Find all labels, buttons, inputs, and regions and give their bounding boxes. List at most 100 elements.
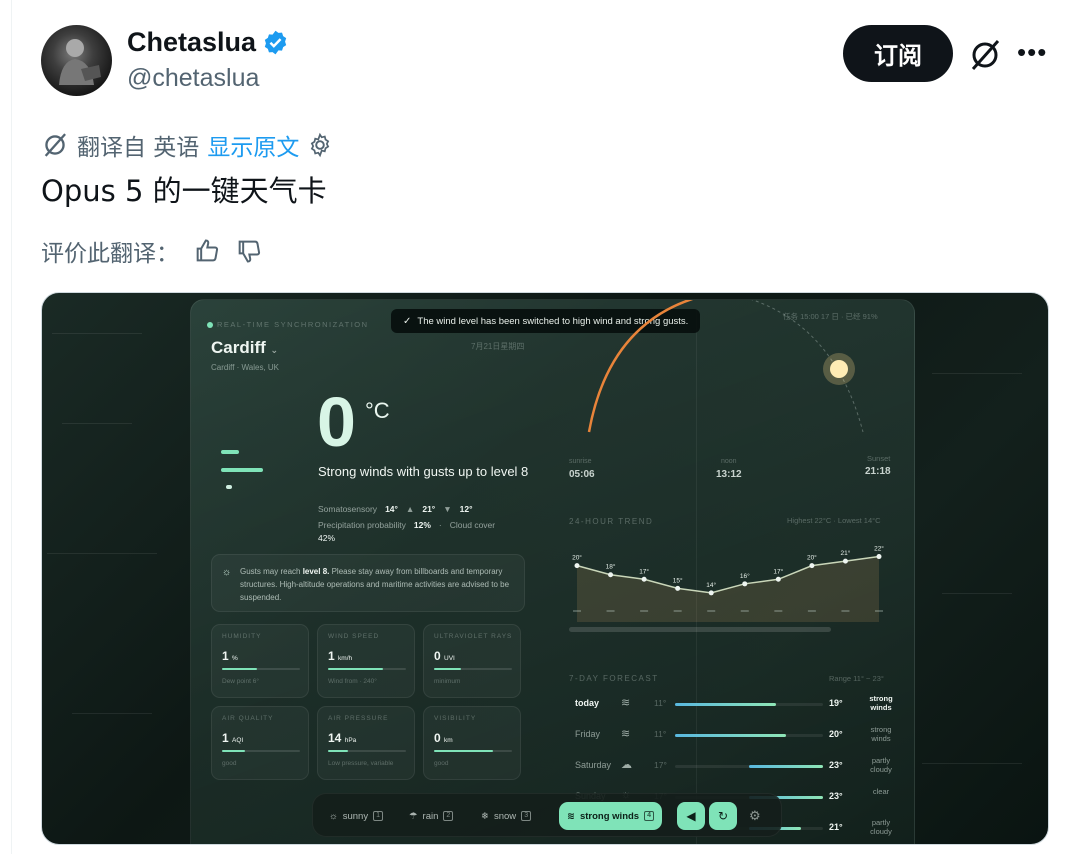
metric-sub: good bbox=[222, 760, 237, 767]
forecast-high: 20° bbox=[829, 729, 843, 739]
forecast-low: 11° bbox=[654, 729, 667, 739]
metric-card[interactable]: AIR QUALITY 1 AQI good bbox=[211, 706, 309, 780]
thumbs-down-icon[interactable] bbox=[235, 237, 263, 265]
rate-label: 评价此翻译： bbox=[41, 241, 179, 267]
trend-label: 15° bbox=[673, 576, 683, 584]
trend-point bbox=[876, 554, 882, 560]
trend-point bbox=[675, 585, 681, 591]
metric-bar bbox=[222, 668, 300, 670]
wind-icon-line bbox=[226, 485, 232, 489]
metric-card[interactable]: ULTRAVIOLET RAYS 0 UVI minimum bbox=[423, 624, 521, 698]
mode-shortcut: 4 bbox=[644, 811, 655, 821]
forecast-high: 23° bbox=[829, 760, 843, 770]
show-original-link[interactable]: 显示原文 bbox=[207, 128, 299, 162]
trend-tick bbox=[807, 610, 816, 612]
forecast-desc: strong winds bbox=[869, 694, 893, 712]
trend-point bbox=[574, 563, 580, 569]
trend-label: 21° bbox=[841, 549, 851, 557]
mode-icon: ☂ bbox=[409, 810, 418, 822]
forecast-desc: partly cloudy bbox=[870, 818, 892, 836]
trend-tick bbox=[606, 610, 615, 612]
more-options-icon[interactable]: ••• bbox=[1017, 39, 1049, 68]
wind-icon: ≋ bbox=[621, 697, 631, 709]
mode-chip-sunny[interactable]: ☼ sunny 1 bbox=[321, 802, 391, 830]
user-handle[interactable]: @chetaslua bbox=[127, 64, 259, 93]
forecast-range-bar bbox=[675, 734, 823, 737]
trend-point bbox=[842, 558, 848, 564]
sound-toggle-icon[interactable]: ◀ bbox=[677, 802, 705, 830]
metric-sub: Dew point 6° bbox=[222, 678, 259, 685]
forecast-high: 19° bbox=[829, 698, 843, 708]
sun-icon: ☼ bbox=[222, 567, 232, 578]
translated-from-label: 翻译自 英语 bbox=[77, 135, 200, 161]
trend-chart: 20° 18° 17° 15° 14° 16° 17° 20° 21° 22° bbox=[572, 545, 884, 622]
metric-value: 0 km bbox=[434, 731, 453, 745]
avatar[interactable] bbox=[41, 25, 112, 96]
timeline-border bbox=[0, 0, 12, 854]
metric-card[interactable]: AIR PRESSURE 14 hPa Low pressure, variab… bbox=[317, 706, 415, 780]
trend-label: 20° bbox=[807, 554, 817, 562]
city-name[interactable]: Cardiff ⌄ bbox=[211, 338, 278, 358]
precip-row: Precipitation probability 12% · Cloud cove… bbox=[318, 520, 496, 530]
display-name[interactable]: Chetaslua bbox=[127, 27, 289, 58]
metric-bar bbox=[328, 668, 406, 670]
sunset-time: 21:18 bbox=[865, 466, 891, 477]
attached-image[interactable]: REAL-TIME SYNCHRONIZATION Cardiff ⌄ Card… bbox=[41, 292, 1049, 845]
mode-toolbar: ☼ sunny 1 ☂ rain 2 ❄ snow 3 ≋ strong winds 4 ◀ ↻ ⚙ bbox=[312, 793, 782, 837]
temperature-unit: °C bbox=[365, 398, 390, 423]
forecast-desc: clear bbox=[872, 787, 890, 796]
mode-chip-snow[interactable]: ❄ snow 3 bbox=[473, 802, 539, 830]
trend-tick bbox=[573, 610, 581, 612]
mode-chip-strong-winds[interactable]: ≋ strong winds 4 bbox=[559, 802, 663, 830]
trend-point bbox=[742, 581, 748, 587]
thumbs-up-icon[interactable] bbox=[193, 237, 221, 265]
metric-sub: Low pressure, variable bbox=[328, 760, 394, 767]
metric-bar bbox=[222, 750, 300, 752]
metric-value: 1 km/h bbox=[328, 649, 353, 663]
trend-label: 18° bbox=[606, 563, 616, 571]
forecast-day: Friday bbox=[575, 729, 601, 739]
metric-card[interactable]: HUMIDITY 1 % Dew point 6° bbox=[211, 624, 309, 698]
metric-label: ULTRAVIOLET RAYS bbox=[434, 633, 513, 640]
refresh-icon[interactable]: ↻ bbox=[709, 802, 737, 830]
metric-card[interactable]: WIND SPEED 1 km/h Wind from · 240° bbox=[317, 624, 415, 698]
settings-gear-icon[interactable]: ⚙ bbox=[749, 808, 761, 824]
metric-bar bbox=[434, 668, 512, 670]
sun-arc bbox=[587, 300, 864, 433]
mode-icon: ☼ bbox=[329, 810, 338, 822]
metric-bar bbox=[434, 750, 512, 752]
metric-label: AIR QUALITY bbox=[222, 715, 274, 722]
noon-time: 13:12 bbox=[716, 469, 742, 480]
metric-value: 1 AQI bbox=[222, 731, 244, 745]
sunrise-label: sunrise bbox=[569, 458, 592, 465]
subscribe-button[interactable]: 订阅 bbox=[843, 25, 953, 82]
trend-label: 14° bbox=[706, 581, 716, 589]
wind-icon-line bbox=[221, 468, 263, 472]
sunrise-time: 05:06 bbox=[569, 469, 595, 480]
trend-tick bbox=[841, 610, 850, 612]
trend-tick bbox=[640, 610, 649, 612]
trend-scrollbar[interactable] bbox=[569, 627, 831, 632]
metric-label: HUMIDITY bbox=[222, 633, 262, 640]
display-name-text[interactable]: Chetaslua bbox=[127, 27, 256, 58]
verified-badge-icon bbox=[264, 30, 287, 55]
translation-bar: 翻译自 英语 显示原文 bbox=[41, 128, 333, 162]
metric-card[interactable]: VISIBILITY 0 km good bbox=[423, 706, 521, 780]
metric-sub: good bbox=[434, 760, 449, 767]
metric-value: 1 % bbox=[222, 649, 238, 663]
gear-icon[interactable] bbox=[307, 132, 333, 158]
date: 7月21日星期四 bbox=[471, 342, 525, 351]
trend-label: 17° bbox=[773, 567, 783, 575]
mode-icon: ❄ bbox=[481, 810, 489, 822]
mode-chip-rain[interactable]: ☂ rain 2 bbox=[401, 802, 461, 830]
metric-label: WIND SPEED bbox=[328, 633, 380, 640]
metric-sub: minimum bbox=[434, 678, 461, 685]
trend-label: 20° bbox=[572, 554, 582, 562]
mode-label: snow bbox=[493, 810, 517, 822]
forecast-range-bar bbox=[675, 703, 823, 706]
cloud-value: 42% bbox=[318, 533, 336, 543]
metric-bar bbox=[328, 750, 406, 752]
mode-label: rain bbox=[422, 810, 439, 822]
mode-shortcut: 3 bbox=[521, 811, 532, 821]
grok-icon[interactable] bbox=[967, 37, 1003, 73]
